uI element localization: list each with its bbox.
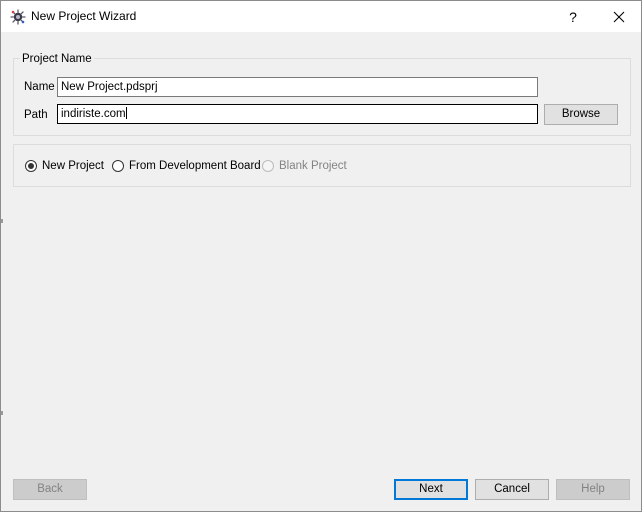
window-edge-mark [1,411,3,415]
title-help-button[interactable]: ? [551,1,595,32]
radio-button-disabled [262,160,274,172]
name-input[interactable]: New Project.pdsprj [57,77,538,97]
browse-button[interactable]: Browse [544,104,618,125]
radio-from-development-board[interactable]: From Development Board [112,158,261,174]
new-project-wizard-window: New Project Wizard ? Project Name Name N… [0,0,642,512]
back-button: Back [13,479,87,500]
text-caret [125,107,127,119]
name-input-value: New Project.pdsprj [61,81,158,93]
path-input-value: indiriste.com [61,108,126,120]
radio-from-development-board-label: From Development Board [129,160,261,172]
project-name-group [13,58,631,136]
project-name-group-label: Project Name [20,52,94,66]
help-button: Help [556,479,630,500]
window-title: New Project Wizard [31,9,137,23]
name-label: Name [24,81,55,93]
radio-button[interactable] [112,160,124,172]
close-icon [613,11,625,22]
window-edge-mark [1,219,3,223]
radio-new-project[interactable]: New Project [25,158,104,174]
cancel-button[interactable]: Cancel [475,479,549,500]
title-bar[interactable]: New Project Wizard ? [1,1,641,32]
close-button[interactable] [597,1,641,32]
radio-blank-project: Blank Project [262,158,347,174]
radio-blank-project-label: Blank Project [279,160,347,172]
path-input[interactable]: indiriste.com [57,104,538,124]
path-label: Path [24,109,48,121]
next-button[interactable]: Next [394,479,468,500]
radio-new-project-label: New Project [42,160,104,172]
proteus-app-icon [10,9,26,25]
radio-button-checked[interactable] [25,160,37,172]
